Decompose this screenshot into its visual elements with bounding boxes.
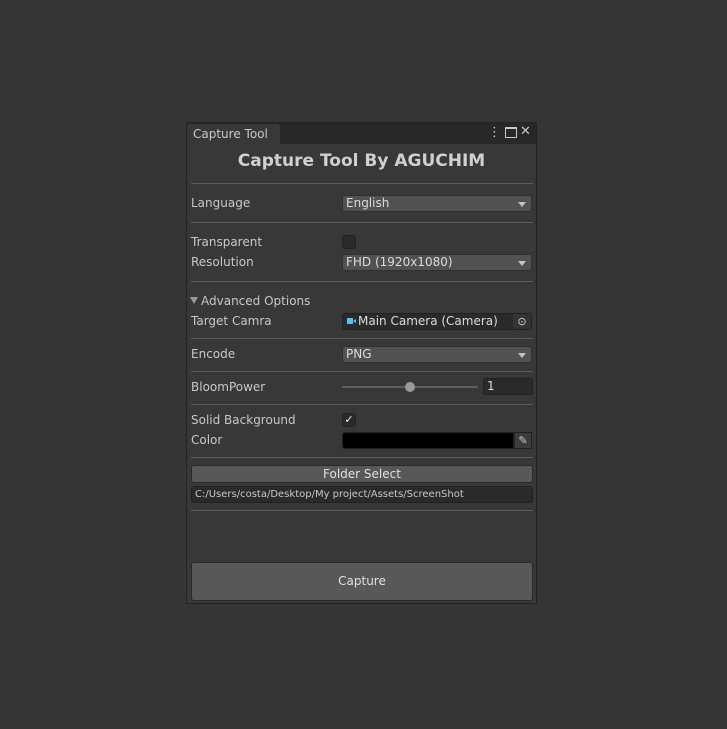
language-value: English xyxy=(346,196,390,210)
bloom-power-label: BloomPower xyxy=(191,380,266,394)
tab-capture-tool[interactable]: Capture Tool xyxy=(187,124,280,144)
transparent-label: Transparent xyxy=(191,235,263,249)
page-title: Capture Tool By AGUCHIM xyxy=(237,151,486,171)
resolution-value: FHD (1920x1080) xyxy=(346,255,453,269)
divider xyxy=(191,338,533,339)
divider xyxy=(191,183,533,184)
bloom-slider-handle[interactable] xyxy=(405,382,415,392)
folder-select-button[interactable]: Folder Select xyxy=(191,465,533,483)
encode-value: PNG xyxy=(346,347,372,361)
more-options-icon[interactable]: ⋮ xyxy=(488,126,501,140)
divider xyxy=(191,371,533,372)
language-label: Language xyxy=(191,196,251,210)
eyedropper-icon[interactable]: ✎ xyxy=(514,432,532,449)
target-camera-field[interactable]: Main Camera (Camera) ⊙ xyxy=(342,313,532,330)
divider xyxy=(191,281,533,282)
resolution-label: Resolution xyxy=(191,255,254,269)
chevron-down-icon xyxy=(518,261,526,266)
capture-button[interactable]: Capture xyxy=(191,562,533,601)
color-label: Color xyxy=(191,433,223,447)
checkmark-icon: ✓ xyxy=(344,413,354,426)
chevron-down-icon xyxy=(518,353,526,358)
divider xyxy=(191,457,533,458)
language-dropdown[interactable]: English xyxy=(342,195,532,212)
solid-background-checkbox[interactable]: ✓ xyxy=(342,413,356,427)
bloom-power-input[interactable]: 1 xyxy=(483,378,533,395)
close-icon[interactable]: ✕ xyxy=(520,125,531,139)
encode-dropdown[interactable]: PNG xyxy=(342,346,532,363)
divider xyxy=(191,222,533,223)
object-picker-icon[interactable]: ⊙ xyxy=(513,314,531,329)
chevron-down-icon xyxy=(518,202,526,207)
foldout-triangle-icon[interactable] xyxy=(190,297,198,304)
color-swatch[interactable] xyxy=(342,432,514,449)
divider xyxy=(191,510,533,511)
divider xyxy=(191,404,533,405)
target-camera-label: Target Camra xyxy=(191,314,272,328)
encode-label: Encode xyxy=(191,347,236,361)
target-camera-value: Main Camera (Camera) xyxy=(358,314,498,328)
folder-path-field[interactable]: C:/Users/costa/Desktop/My project/Assets… xyxy=(191,486,533,503)
maximize-icon[interactable] xyxy=(505,127,517,138)
resolution-dropdown[interactable]: FHD (1920x1080) xyxy=(342,254,532,271)
solid-background-label: Solid Background xyxy=(191,413,296,427)
advanced-options-foldout[interactable]: Advanced Options xyxy=(201,293,310,309)
camera-lens-icon xyxy=(353,319,356,323)
transparent-checkbox[interactable] xyxy=(342,235,356,249)
